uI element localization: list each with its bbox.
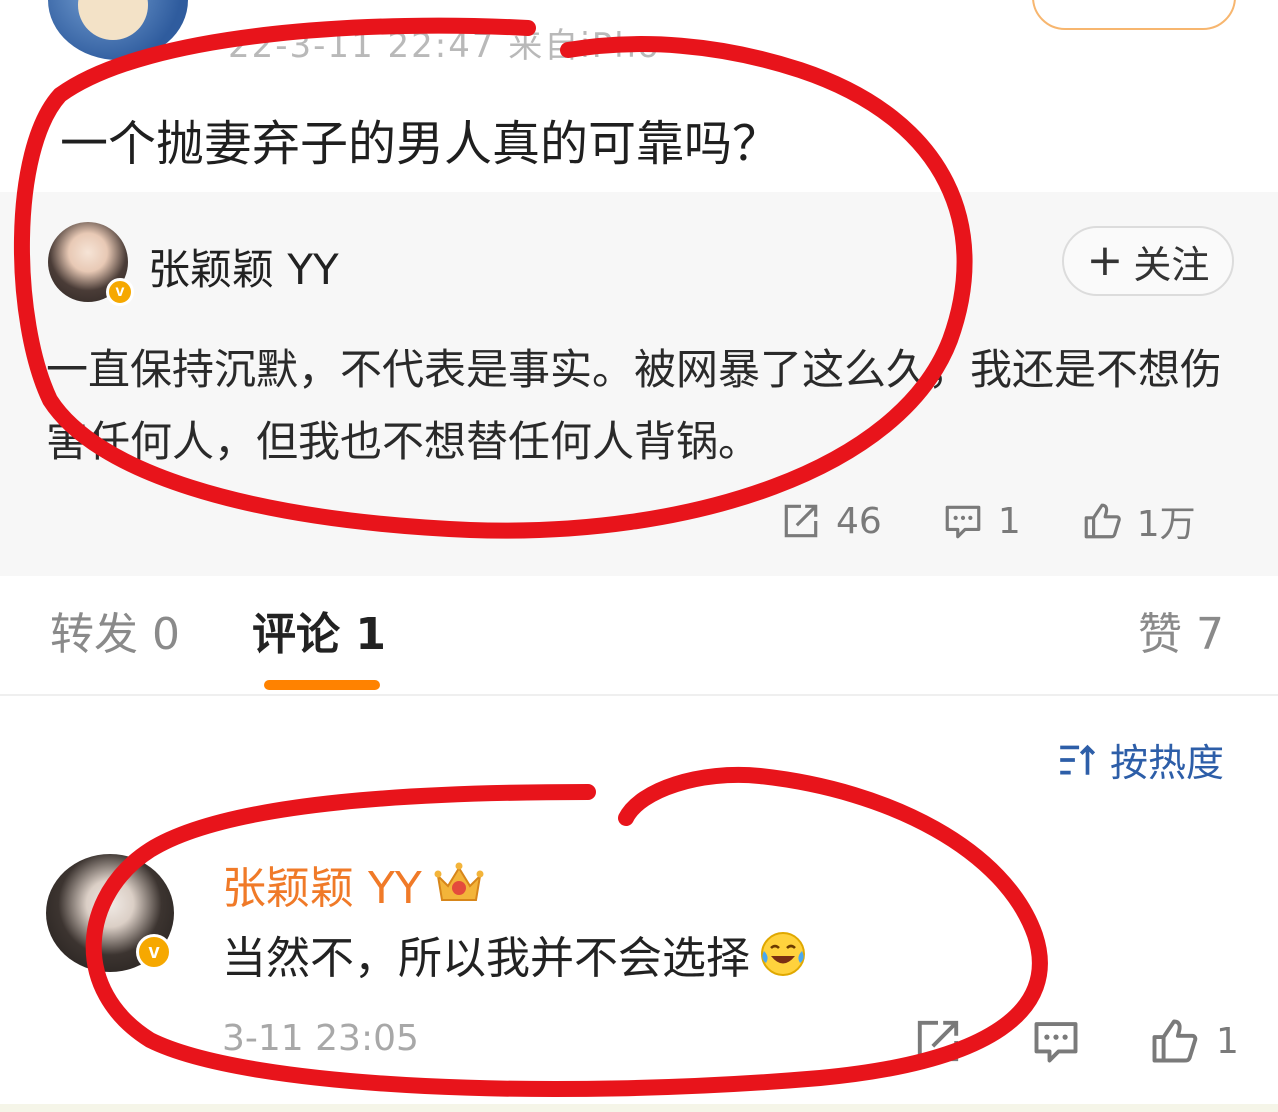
comment-icon	[1034, 1022, 1078, 1063]
like-icon	[1152, 1019, 1198, 1063]
like-button[interactable]: 1万	[1081, 495, 1196, 547]
comment-like-button[interactable]: 1	[1148, 1015, 1239, 1067]
plus-icon: +	[1086, 235, 1124, 286]
share-icon	[784, 504, 818, 538]
comment-icon	[945, 505, 981, 539]
comment-text: 当然不，所以我并不会选择	[222, 933, 750, 984]
sort-icon	[1060, 744, 1096, 775]
commenter-name[interactable]: 张颖颖 YY	[222, 852, 422, 916]
repost-button[interactable]: 46	[780, 500, 882, 542]
laugh-cry-emoji	[761, 932, 805, 976]
post-text: 一个抛妻弃子的男人真的可靠吗？	[60, 116, 781, 172]
tab-comments[interactable]: 评论 1	[252, 598, 386, 662]
crown-icon	[434, 862, 484, 901]
comment-share-button[interactable]	[912, 1015, 964, 1067]
comment-timestamp: 3-11 23:05	[222, 1018, 419, 1059]
follow-button[interactable]: + 关注	[1062, 226, 1234, 296]
like-count: 1万	[1136, 504, 1196, 545]
share-icon	[917, 1020, 959, 1062]
tab-reposts[interactable]: 转发 0	[50, 598, 180, 662]
comment-reply-button[interactable]	[1030, 1015, 1082, 1067]
post-meta: 22-3-11 22:47 来自iPho	[228, 26, 661, 66]
comment-like-count: 1	[1216, 1020, 1239, 1062]
comment-action-bar: 1	[912, 1014, 1239, 1068]
repost-count: 46	[836, 500, 882, 542]
sort-label: 按热度	[1110, 741, 1225, 785]
verified-badge-icon: v	[136, 934, 172, 970]
repost-action-bar: 46 1 1万	[780, 496, 1196, 546]
sort-by-hot-button[interactable]: 按热度	[1056, 732, 1224, 787]
bottom-edge	[0, 1104, 1278, 1112]
comment-count: 1	[997, 500, 1021, 542]
like-icon	[1084, 503, 1121, 539]
comment-text-row: 当然不，所以我并不会选择	[222, 922, 808, 986]
tab-likes[interactable]: 赞 7	[1138, 598, 1224, 662]
repost-text: 一直保持沉默，不代表是事实。被网暴了这么久，我还是不想伤害任何人，但我也不想替任…	[46, 345, 1223, 466]
active-tab-indicator	[264, 680, 380, 690]
verified-badge-icon: v	[106, 278, 134, 306]
top-follow-button[interactable]	[1032, 0, 1236, 30]
repost-author-name[interactable]: 张颖颖 YY	[148, 236, 339, 297]
commenter-name-row: 张颖颖 YY	[222, 852, 486, 916]
follow-label: 关注	[1133, 242, 1210, 287]
comment-button[interactable]: 1	[942, 500, 1021, 542]
repost-author-avatar[interactable]: v	[48, 222, 134, 306]
tab-bar	[0, 576, 1278, 696]
commenter-avatar[interactable]: v	[46, 854, 174, 972]
